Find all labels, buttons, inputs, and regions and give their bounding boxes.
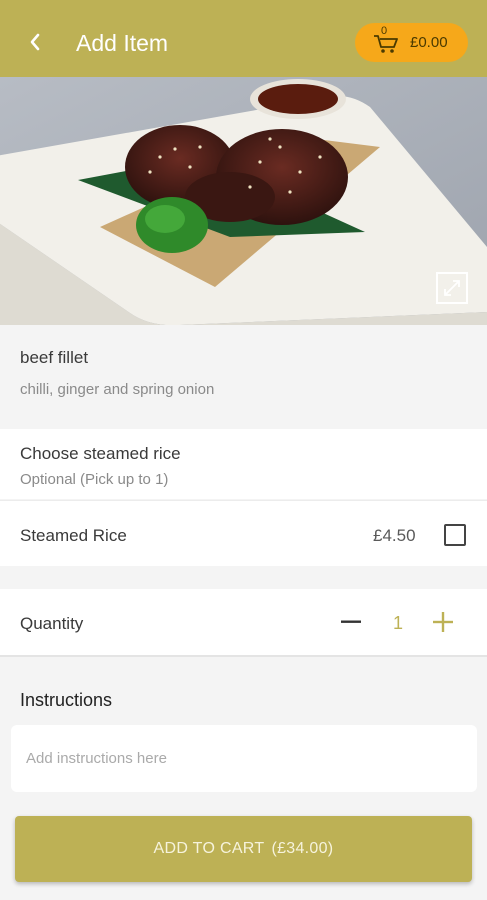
back-button[interactable] [20, 24, 50, 60]
expand-image-button[interactable] [436, 272, 468, 304]
item-photo [0, 77, 487, 325]
cart-total: £0.00 [410, 34, 448, 51]
plus-icon [433, 612, 453, 632]
cart-icon: 0 [373, 25, 401, 55]
expand-icon [444, 280, 460, 296]
option-label: Steamed Rice [20, 526, 127, 545]
option-row-steamed-rice[interactable]: Steamed Rice £4.50 [0, 500, 487, 566]
add-to-cart-button[interactable]: ADD TO CART (£34.00) [15, 816, 472, 882]
instructions-label: Instructions [20, 690, 113, 710]
cart-count-badge: 0 [381, 24, 388, 37]
option-checkbox[interactable] [444, 524, 466, 546]
option-group-subtitle: Optional (Pick up to 1) [20, 471, 169, 488]
page-title: Add Item [76, 30, 169, 56]
quantity-label: Quantity [20, 614, 84, 633]
option-group-header: Choose steamed rice Optional (Pick up to… [0, 429, 487, 499]
quantity-value: 1 [392, 613, 403, 633]
add-to-cart-price: (£34.00) [271, 840, 334, 857]
cart-button[interactable]: 0 £0.00 [355, 23, 468, 62]
item-name: beef fillet [20, 348, 89, 367]
instructions-input[interactable] [11, 725, 477, 792]
option-price: £4.50 [373, 526, 416, 545]
app-bar: Add Item 0 £0.00 [0, 0, 487, 77]
item-info: beef fillet chilli, ginger and spring on… [0, 325, 487, 427]
option-group-title: Choose steamed rice [20, 444, 181, 463]
quantity-stepper: Quantity 1 [0, 589, 487, 657]
decrease-quantity-button[interactable] [338, 607, 364, 637]
item-description: chilli, ginger and spring onion [20, 381, 215, 398]
chevron-left-icon [30, 33, 40, 51]
add-to-cart-label: ADD TO CART [153, 840, 265, 857]
minus-icon [341, 620, 361, 623]
increase-quantity-button[interactable] [428, 607, 458, 637]
